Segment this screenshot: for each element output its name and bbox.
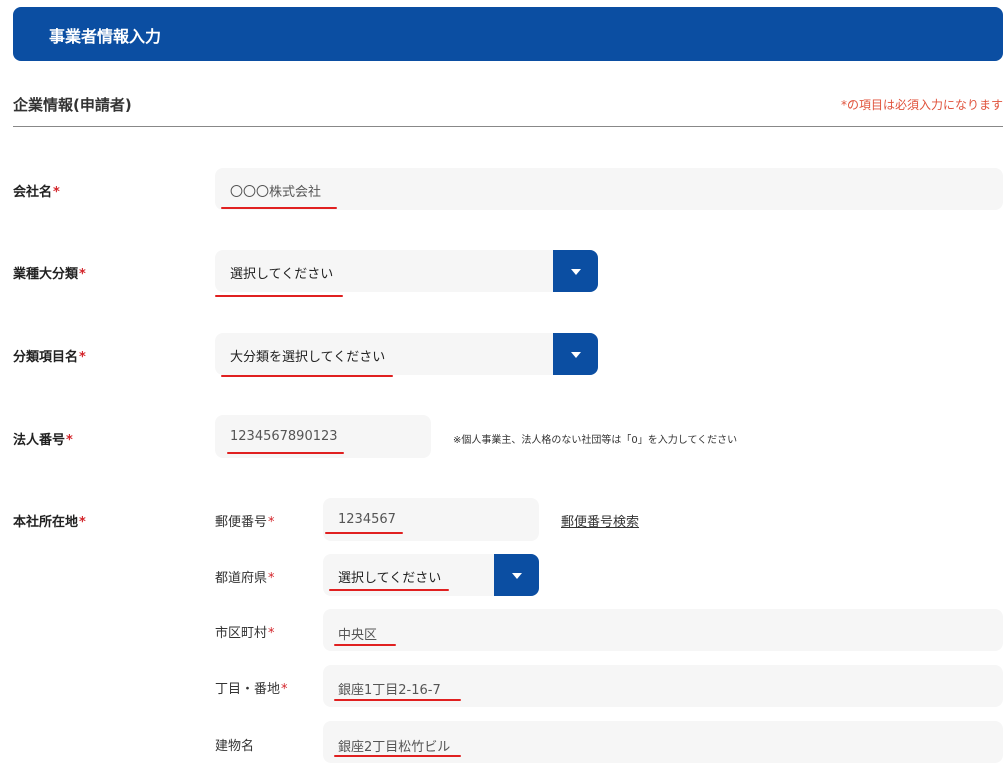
section-divider (13, 126, 1003, 127)
required-mark: * (79, 267, 86, 282)
category-item-value: 大分類を選択してください (230, 350, 386, 365)
prefecture-value: 選択してください (338, 571, 442, 586)
caret-down-icon (570, 269, 581, 275)
corporate-number-placeholder: 1234567890123 (230, 429, 338, 444)
required-note: *の項目は必須入力になります (840, 98, 1003, 112)
annotation-underline (334, 644, 396, 646)
required-mark: * (268, 515, 275, 530)
required-mark: * (268, 571, 275, 586)
annotation-underline (334, 755, 461, 757)
prefecture-label: 都道府県* (215, 571, 275, 586)
required-mark: * (281, 682, 288, 697)
annotation-underline (329, 589, 449, 591)
industry-major-label: 業種大分類* (13, 267, 86, 282)
industry-major-dropdown-button[interactable] (553, 250, 598, 292)
category-item-dropdown-button[interactable] (553, 333, 598, 375)
postal-code-search-link[interactable]: 郵便番号検索 (561, 511, 639, 530)
company-name-label: 会社名* (13, 185, 60, 200)
corporate-number-label: 法人番号* (13, 433, 73, 448)
section-title: 企業情報(申請者) (13, 96, 132, 114)
company-name-input[interactable] (215, 168, 1003, 210)
city-input[interactable] (323, 609, 1003, 651)
building-label: 建物名 (215, 739, 255, 754)
required-mark: * (79, 515, 86, 530)
annotation-underline (221, 375, 393, 377)
postal-code-placeholder: 1234567 (338, 512, 396, 527)
annotation-underline (325, 532, 403, 534)
required-mark: * (79, 350, 86, 365)
street-placeholder: 銀座1丁目2-16-7 (338, 683, 441, 698)
annotation-underline (227, 452, 344, 454)
annotation-underline (334, 699, 461, 701)
annotation-underline (215, 295, 343, 297)
corporate-number-note: ※個人事業主、法人格のない社団等は「0」を入力してください (453, 435, 738, 446)
city-label: 市区町村* (215, 626, 275, 641)
caret-down-icon (511, 573, 522, 579)
city-placeholder: 中央区 (338, 628, 378, 643)
industry-major-value: 選択してください (230, 267, 334, 282)
required-mark: * (66, 433, 73, 448)
prefecture-dropdown-button[interactable] (494, 554, 539, 596)
building-placeholder: 銀座2丁目松竹ビル (338, 740, 451, 755)
required-mark: * (53, 185, 60, 200)
required-mark: * (268, 626, 275, 641)
page-header-bar (13, 7, 1003, 61)
category-item-label: 分類項目名* (13, 350, 86, 365)
postal-code-label: 郵便番号* (215, 515, 275, 530)
annotation-underline (221, 207, 337, 209)
caret-down-icon (570, 352, 581, 358)
street-label: 丁目・番地* (215, 682, 288, 697)
head-office-label: 本社所在地* (13, 515, 86, 530)
company-name-placeholder: 〇〇〇株式会社 (230, 185, 322, 200)
page-header-title: 事業者情報入力 (49, 27, 162, 46)
